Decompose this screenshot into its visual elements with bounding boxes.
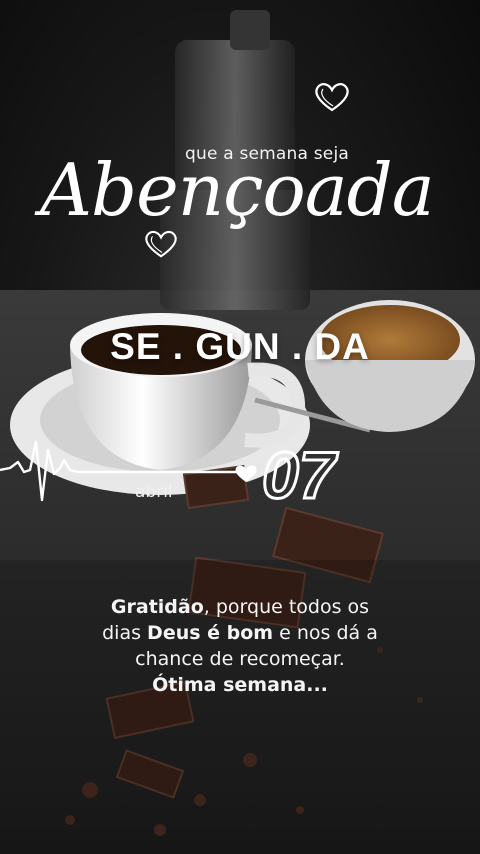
weekday-label: SE . GUN . DA xyxy=(110,326,370,367)
heart-filled-icon xyxy=(235,465,257,482)
script-title: Abençoada xyxy=(34,148,435,232)
heart-outline-icon xyxy=(145,230,177,258)
message-line-2: dias Deus é bom e nos dá a xyxy=(102,622,378,644)
month-label: abril xyxy=(135,482,173,502)
day-number: 07 xyxy=(261,438,341,508)
svg-text:07: 07 xyxy=(262,438,339,508)
script-title-text: Abençoada xyxy=(34,148,434,232)
heart-outline-icon xyxy=(315,83,349,112)
message-line-3: chance de recomeçar. xyxy=(135,648,345,670)
heartbeat-line-icon xyxy=(0,440,257,502)
message-line-4: Ótima semana... xyxy=(152,674,328,696)
message-block: Gratidão, porque todos os dias Deus é bo… xyxy=(40,594,440,698)
message-line-1: Gratidão, porque todos os xyxy=(110,596,370,618)
